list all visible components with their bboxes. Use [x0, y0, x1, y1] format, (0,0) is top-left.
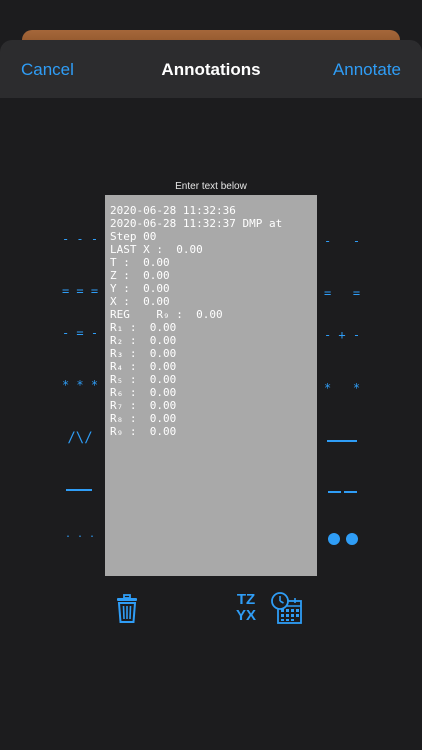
tzyx-stack-icon-bottom: YX — [235, 607, 256, 624]
annotation-text-input[interactable]: 2020-06-28 11:32:36 2020-06-28 11:32:37 … — [105, 195, 317, 576]
large-dot — [328, 533, 340, 545]
style-dash-plus-dash-button[interactable]: - + - — [322, 328, 362, 342]
calendar-clock-icon — [271, 592, 302, 624]
large-dot — [346, 533, 358, 545]
style-double-dash-line-button[interactable] — [328, 491, 358, 493]
style-large-dots-button[interactable] — [328, 533, 360, 545]
text-line: R₇ : 0.00 — [110, 399, 177, 412]
text-prompt-label: Enter text below — [175, 181, 247, 192]
text-line: R₂ : 0.00 — [110, 334, 177, 347]
text-line: 2020-06-28 11:32:37 DMP at — [110, 217, 283, 230]
style-dots-button[interactable]: . . . — [60, 528, 100, 542]
style-asterisk-double-button[interactable]: * * — [322, 381, 362, 395]
tzyx-stack-button[interactable]: TZ YX — [233, 592, 259, 624]
annotations-screen: Cancel Annotations Annotate Enter text b… — [0, 0, 422, 750]
style-slash-pattern-button[interactable]: /\/ — [60, 431, 100, 445]
text-line: 2020-06-28 11:32:36 — [110, 204, 236, 217]
annotate-button[interactable]: Annotate — [333, 60, 401, 80]
tzyx-stack-icon-top: TZ — [236, 591, 256, 608]
cancel-button[interactable]: Cancel — [21, 60, 74, 80]
text-line: Step 00 — [110, 230, 157, 243]
dash-segment — [328, 491, 341, 493]
style-dash-equals-dash-button[interactable]: - = - — [58, 326, 102, 340]
style-solid-line-right-button[interactable] — [327, 440, 357, 442]
trash-icon — [117, 594, 137, 623]
dash-segment — [344, 491, 357, 493]
text-line: Z : 0.00 — [110, 269, 170, 282]
text-line: R₁ : 0.00 — [110, 321, 177, 334]
timestamp-button[interactable] — [270, 591, 304, 625]
style-equals-double-button[interactable]: = = — [322, 286, 362, 300]
text-line: R₈ : 0.00 — [110, 412, 177, 425]
text-line: REG R₉ : 0.00 — [110, 308, 223, 321]
style-dash-triple-button[interactable]: - - - — [60, 232, 100, 246]
text-line: R₉ : 0.00 — [110, 425, 177, 438]
text-line: R₅ : 0.00 — [110, 373, 177, 386]
delete-button[interactable] — [116, 594, 138, 624]
style-dash-double-button[interactable]: - - — [322, 234, 362, 248]
text-line: LAST X : 0.00 — [110, 243, 203, 256]
style-equals-triple-button[interactable]: = = = — [58, 284, 102, 298]
text-line: T : 0.00 — [110, 256, 170, 269]
text-line: R₄ : 0.00 — [110, 360, 177, 373]
style-solid-line-button[interactable] — [66, 489, 92, 491]
text-line: R₃ : 0.00 — [110, 347, 177, 360]
text-line: Y : 0.00 — [110, 282, 170, 295]
text-line: R₆ : 0.00 — [110, 386, 177, 399]
text-line: X : 0.00 — [110, 295, 170, 308]
style-asterisk-triple-button[interactable]: * * * — [58, 378, 102, 392]
